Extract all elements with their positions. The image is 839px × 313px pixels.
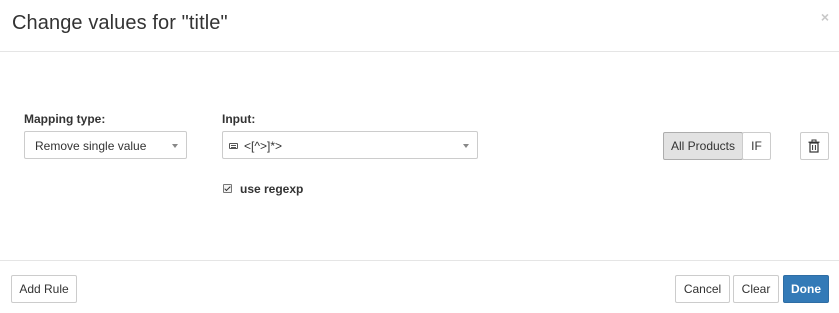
all-products-toggle[interactable]: All Products <box>663 132 743 160</box>
use-regexp-label: use regexp <box>240 182 304 196</box>
add-rule-button[interactable]: Add Rule <box>11 275 77 303</box>
close-icon[interactable]: × <box>821 10 829 24</box>
use-regexp-checkbox[interactable] <box>223 184 232 193</box>
change-values-dialog: Change values for "title" × Mapping type… <box>0 0 839 313</box>
chevron-down-icon <box>172 144 178 148</box>
input-label: Input: <box>222 112 256 126</box>
dialog-title: Change values for "title" <box>12 12 228 34</box>
dialog-footer: Add Rule Cancel Clear Done <box>0 260 839 313</box>
done-button[interactable]: Done <box>783 275 829 303</box>
mapping-type-value: Remove single value <box>35 139 147 153</box>
cancel-button[interactable]: Cancel <box>675 275 730 303</box>
mapping-type-label: Mapping type: <box>24 112 106 126</box>
delete-rule-button[interactable] <box>800 132 829 160</box>
trash-icon <box>808 139 820 153</box>
if-toggle[interactable]: IF <box>742 132 771 160</box>
chevron-down-icon <box>463 144 469 148</box>
dialog-header: Change values for "title" × <box>0 0 839 52</box>
mapping-type-select[interactable]: Remove single value <box>24 131 187 159</box>
input-value: <[^>]*> <box>244 139 282 153</box>
keyboard-icon <box>229 143 238 149</box>
clear-button[interactable]: Clear <box>733 275 779 303</box>
input-select[interactable]: <[^>]*> <box>222 131 478 159</box>
